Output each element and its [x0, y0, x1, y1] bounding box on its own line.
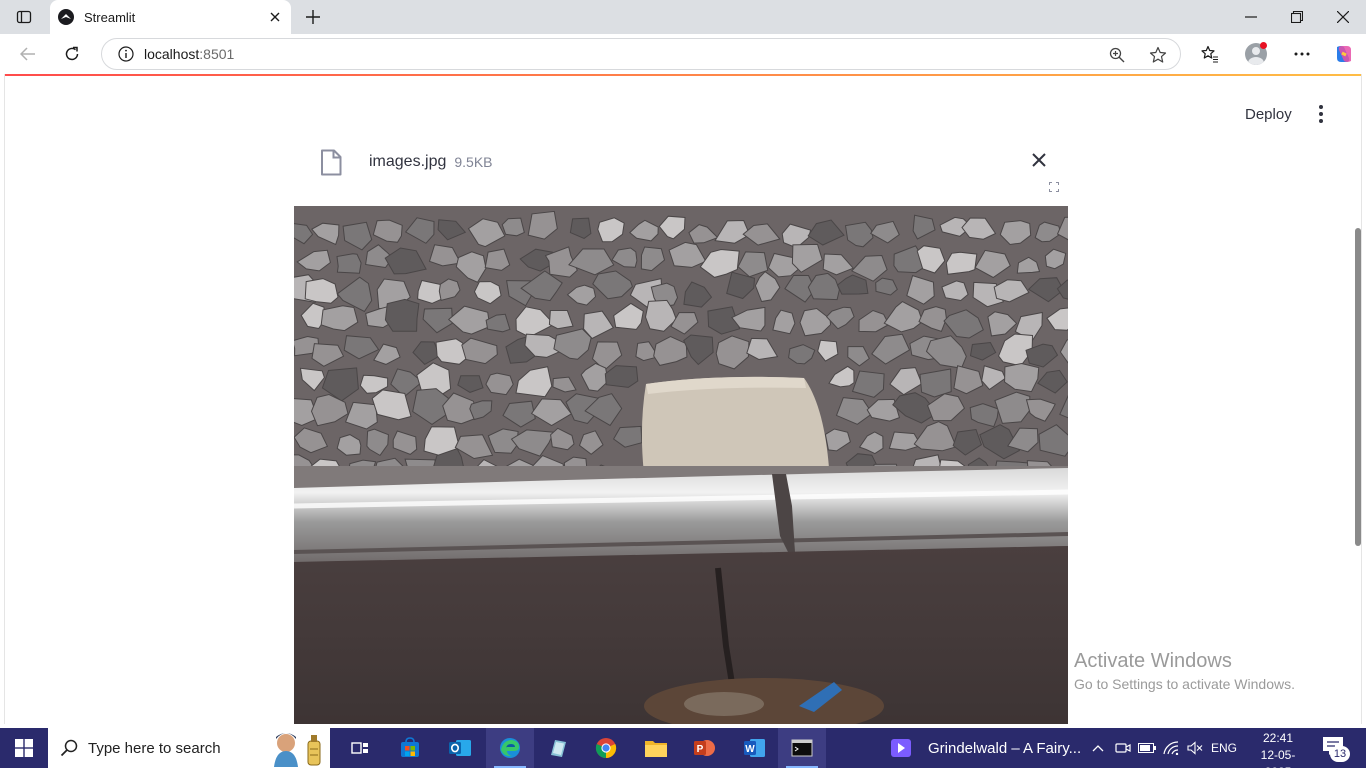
snipping-tool-icon[interactable] — [534, 728, 582, 768]
address-host: localhost — [144, 46, 200, 62]
restore-icon[interactable] — [1274, 0, 1320, 34]
language-indicator[interactable]: ENG — [1208, 728, 1240, 768]
uploaded-file-row: images.jpg 9.5KB — [315, 144, 493, 180]
page-viewport: Deploy images.jpg 9.5KB Activate Windows… — [4, 74, 1362, 724]
search-icon — [60, 739, 78, 757]
refresh-icon[interactable] — [56, 38, 88, 70]
uploaded-image — [294, 206, 1068, 724]
ballast-stone — [384, 298, 420, 332]
task-view-icon[interactable] — [336, 728, 384, 768]
taskbar-search-box[interactable]: Type here to search — [48, 728, 330, 768]
minimize-icon[interactable] — [1228, 0, 1274, 34]
page-scrollbar-thumb[interactable] — [1355, 228, 1361, 546]
copilot-icon[interactable] — [1328, 38, 1360, 70]
close-tab-icon[interactable] — [265, 7, 285, 27]
remove-file-icon[interactable] — [1027, 148, 1051, 172]
notification-count-badge: 13 — [1330, 746, 1350, 762]
favorites-icon[interactable] — [1194, 38, 1226, 70]
profile-notification-dot — [1260, 42, 1267, 49]
show-hidden-icons-chevron-up-icon[interactable] — [1088, 728, 1108, 768]
file-size: 9.5KB — [454, 154, 493, 170]
wifi-icon[interactable] — [1160, 728, 1182, 768]
file-explorer-icon[interactable] — [632, 728, 680, 768]
file-name: images.jpg — [369, 153, 447, 170]
system-clock[interactable]: 22:41 12-05-2025 — [1252, 730, 1304, 781]
zoom-icon[interactable] — [1105, 43, 1129, 67]
file-icon — [315, 146, 347, 178]
streamlit-header-decoration — [5, 74, 1361, 76]
volume-muted-icon[interactable] — [1184, 728, 1206, 768]
media-player-icon — [891, 739, 911, 757]
watermark-subtitle: Go to Settings to activate Windows. — [1074, 676, 1295, 692]
watermark-title: Activate Windows — [1074, 650, 1232, 672]
deploy-button[interactable]: Deploy — [1235, 102, 1302, 127]
new-tab-icon[interactable] — [300, 4, 326, 30]
windows-start-icon[interactable] — [0, 728, 48, 768]
battery-icon[interactable] — [1136, 728, 1158, 768]
ballast-stone — [919, 368, 952, 398]
search-placeholder: Type here to search — [88, 739, 221, 757]
svg-text:P: P — [697, 744, 704, 755]
profile-avatar[interactable] — [1240, 38, 1272, 70]
word-icon[interactable]: W — [730, 728, 778, 768]
browser-toolbar: localhost:8501 — [0, 34, 1366, 74]
powerpoint-icon[interactable]: P — [680, 728, 728, 768]
windows-activation-watermark: Activate Windows Go to Settings to activ… — [1074, 650, 1295, 692]
chrome-icon[interactable] — [582, 728, 630, 768]
outlook-icon[interactable] — [436, 728, 484, 768]
more-options-icon[interactable] — [1286, 38, 1318, 70]
tab-title: Streamlit — [84, 9, 136, 25]
close-window-icon[interactable] — [1320, 0, 1366, 34]
main-menu-icon[interactable] — [1311, 102, 1331, 126]
media-title: Grindelwald – A Fairy... — [928, 739, 1082, 757]
address-port: :8501 — [199, 46, 235, 62]
tab-actions-icon[interactable] — [8, 3, 40, 31]
back-icon[interactable] — [12, 38, 44, 70]
fullscreen-icon[interactable] — [1043, 176, 1065, 198]
browser-tab[interactable]: Streamlit — [50, 0, 291, 34]
search-highlight-illustration-icon — [274, 733, 321, 767]
clock-time: 22:41 — [1262, 731, 1294, 745]
clock-date: 12-05-2025 — [1260, 748, 1296, 779]
microsoft-store-icon[interactable] — [386, 728, 434, 768]
ballast-stone — [501, 217, 525, 237]
windows-taskbar: Type here to search P W Grindelwald – A … — [0, 728, 1366, 779]
browser-tab-bar: Streamlit — [0, 0, 1366, 34]
edge-icon[interactable] — [486, 728, 534, 768]
streamlit-favicon-icon — [58, 9, 74, 25]
site-info-icon[interactable] — [108, 38, 144, 70]
favorite-star-icon[interactable] — [1146, 43, 1170, 67]
meet-now-icon[interactable] — [1112, 728, 1134, 768]
terminal-icon[interactable] — [778, 728, 826, 768]
media-player-item[interactable]: Grindelwald – A Fairy... — [890, 728, 1081, 768]
svg-text:W: W — [745, 744, 755, 755]
ballast-stone — [336, 253, 362, 274]
address-bar[interactable]: localhost:8501 — [101, 38, 1181, 70]
ballast-stone — [945, 251, 978, 275]
